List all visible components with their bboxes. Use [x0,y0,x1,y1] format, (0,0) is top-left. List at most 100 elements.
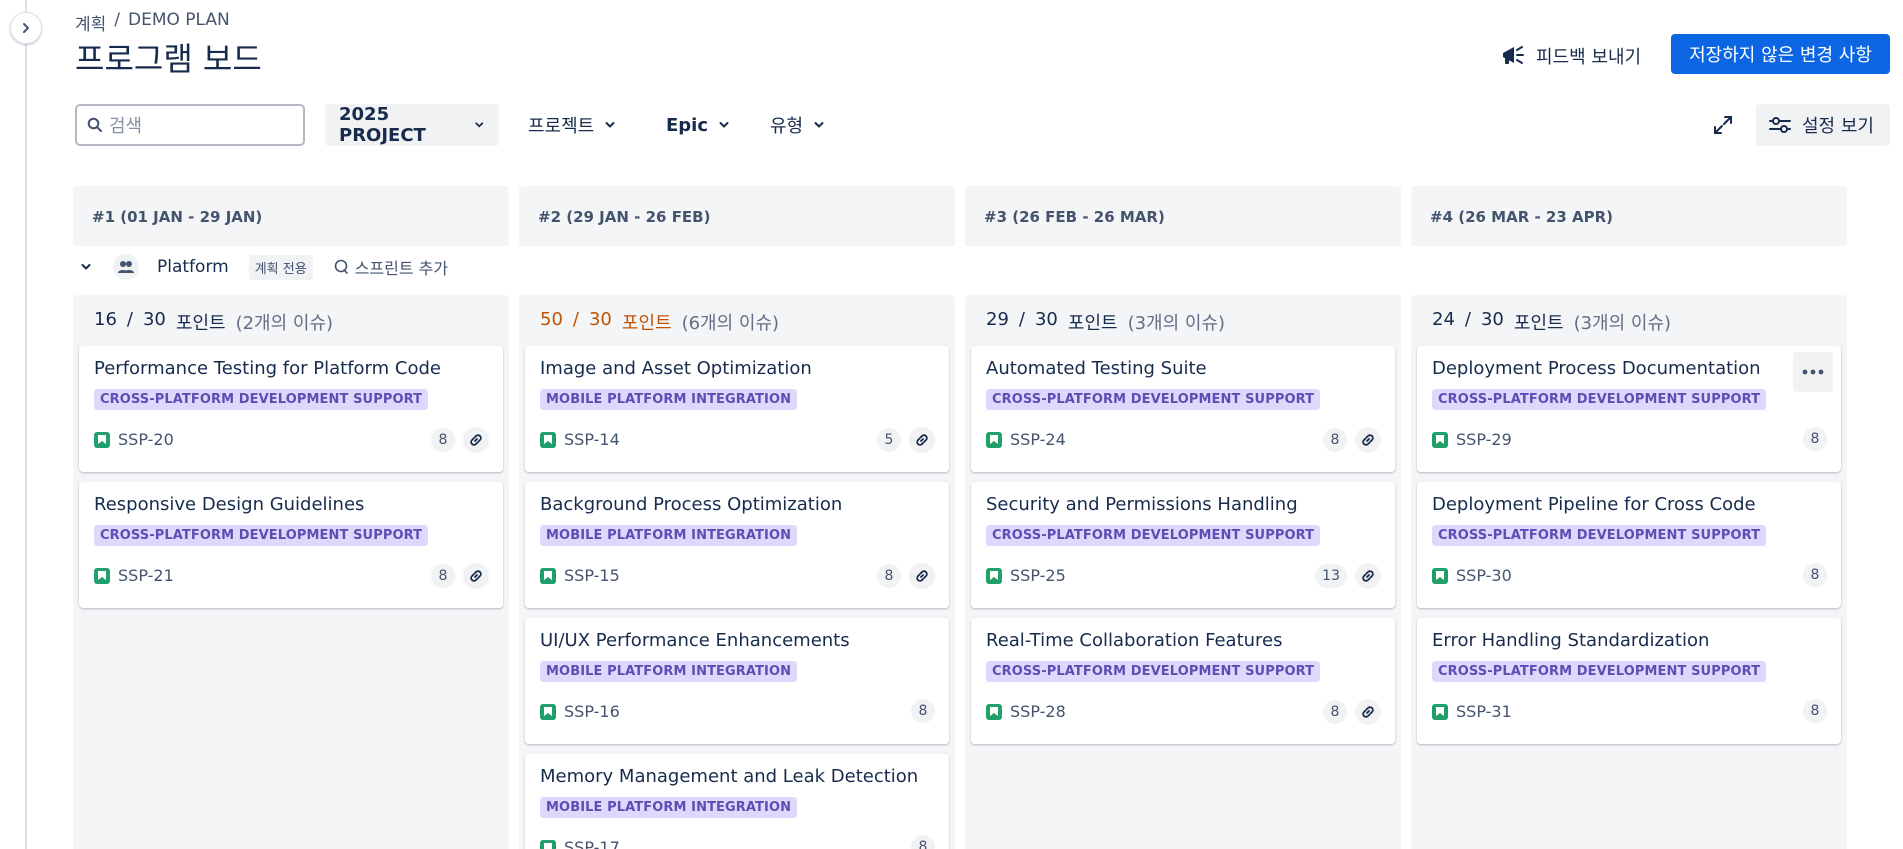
epic-lozenge: MOBILE PLATFORM INTEGRATION [540,797,798,818]
chevron-down-icon [814,122,824,128]
story-icon [986,431,1002,448]
search-input[interactable]: 검색 [75,104,305,146]
sprint-column-1: 16 / 30 포인트 (2개의 이슈) Performance Testing for … [73,295,509,849]
expand-sidebar-button[interactable] [10,12,42,44]
megaphone-icon [1503,46,1524,64]
issue-title: Memory Management and Leak Detection [540,766,919,787]
epic-lozenge: CROSS-PLATFORM DEVELOPMENT SUPPORT [1432,661,1767,682]
add-sprint-label: 스프린트 추가 [354,259,449,278]
feedback-label: 피드백 보내기 [1536,47,1642,68]
sprint-column-3: 29 / 30 포인트 (3개의 이슈) Automated Testing Suite C… [965,295,1401,849]
filter-2025-project[interactable]: 2025 PROJECT [325,104,499,146]
issue-key[interactable]: SSP-21 [118,566,174,585]
issue-title: Image and Asset Optimization [540,358,812,379]
filter-project[interactable]: 프로젝트 [514,104,630,146]
view-settings-button[interactable]: 설정 보기 [1756,104,1890,146]
issue-key[interactable]: SSP-16 [564,702,620,721]
page-title: 프로그램 보드 [75,40,262,78]
issue-key-group: SSP-28 [986,702,1066,721]
issue-key[interactable]: SSP-28 [1010,702,1066,721]
breadcrumb-separator: / [114,10,121,30]
issue-card[interactable]: Security and Permissions Handling CROSS-P… [971,482,1395,608]
plan-only-badge: 계획 전용 [248,254,313,280]
filter-epic[interactable]: Epic [652,104,744,146]
capacity-used: 24 [1432,309,1455,330]
capacity-separator: / [1464,309,1471,330]
issue-card[interactable]: Responsive Design Guidelines CROSS-PLATFO… [79,482,503,608]
link-icon[interactable] [1355,427,1381,453]
link-icon[interactable] [1355,699,1381,725]
issue-key[interactable]: SSP-17 [564,838,620,849]
issue-key[interactable]: SSP-30 [1456,566,1512,585]
issue-title: Error Handling Standardization [1432,630,1710,651]
sliders-icon [1769,117,1791,133]
filter-type[interactable]: 유형 [756,104,839,146]
issue-key[interactable]: SSP-25 [1010,566,1066,585]
issue-count: (2개의 이슈) [235,313,334,334]
sprint-column-2: 50 / 30 포인트 (6개의 이슈) Image and Asset Optimiza… [519,295,955,849]
issue-card[interactable]: Background Process Optimization MOBILE PL… [525,482,949,608]
collapse-swimlane-button[interactable] [75,256,97,278]
link-icon[interactable] [463,563,489,589]
epic-lozenge: CROSS-PLATFORM DEVELOPMENT SUPPORT [986,661,1321,682]
breadcrumb-current[interactable]: DEMO PLAN [128,10,230,35]
issue-key-group: SSP-25 [986,566,1066,585]
capacity-unit: 포인트 [175,313,226,334]
story-points-badge: 8 [911,835,935,849]
filter-label: Epic [666,114,709,136]
issue-card[interactable]: Deployment Pipeline for Cross Code CROSS-… [1417,482,1841,608]
story-icon [94,567,110,584]
issue-meta: 8 [431,427,489,453]
issue-meta: 8 [1803,563,1827,587]
issue-card[interactable]: Image and Asset Optimization MOBILE PLATF… [525,346,949,472]
add-sprint-icon [334,259,348,274]
issue-meta: 8 [1323,427,1381,453]
issue-title: Security and Permissions Handling [986,494,1298,515]
issue-card[interactable]: Memory Management and Leak Detection MOBI… [525,754,949,849]
issue-meta: 8 [1803,699,1827,723]
issue-key-group: SSP-31 [1432,702,1512,721]
chevron-down-icon [475,122,484,128]
issue-meta: 8 [1323,699,1381,725]
more-actions-button[interactable] [1793,352,1833,392]
issue-key-group: SSP-24 [986,430,1066,449]
link-icon[interactable] [463,427,489,453]
issue-key[interactable]: SSP-31 [1456,702,1512,721]
story-icon [986,703,1002,720]
issue-key[interactable]: SSP-14 [564,430,620,449]
epic-lozenge: CROSS-PLATFORM DEVELOPMENT SUPPORT [1432,389,1767,410]
issue-key[interactable]: SSP-15 [564,566,620,585]
epic-lozenge: CROSS-PLATFORM DEVELOPMENT SUPPORT [986,525,1321,546]
issue-key[interactable]: SSP-20 [118,430,174,449]
sprint-header-3: #3 (26 FEB - 26 MAR) [965,186,1401,246]
issue-card[interactable]: Error Handling Standardization CROSS-PLAT… [1417,618,1841,744]
issue-card[interactable]: Deployment Process Documentation CROSS-PL… [1417,346,1841,472]
epic-lozenge: MOBILE PLATFORM INTEGRATION [540,661,798,682]
breadcrumb-root[interactable]: 계획 [75,10,106,35]
link-icon[interactable] [909,427,935,453]
team-icon [113,254,139,280]
issue-key[interactable]: SSP-24 [1010,430,1066,449]
issue-key[interactable]: SSP-29 [1456,430,1512,449]
add-sprint-button[interactable]: 스프린트 추가 [333,255,448,279]
capacity-unit: 포인트 [1067,313,1118,334]
link-icon[interactable] [1355,563,1381,589]
settings-label: 설정 보기 [1802,116,1874,137]
issue-key-group: SSP-17 [540,838,620,849]
epic-lozenge: CROSS-PLATFORM DEVELOPMENT SUPPORT [94,389,429,410]
issue-title: Deployment Pipeline for Cross Code [1432,494,1756,515]
issue-card[interactable]: UI/UX Performance Enhancements MOBILE PLA… [525,618,949,744]
link-icon[interactable] [909,563,935,589]
epic-lozenge: CROSS-PLATFORM DEVELOPMENT SUPPORT [986,389,1321,410]
issue-title: Real-Time Collaboration Features [986,630,1283,651]
story-icon [1432,431,1448,448]
unsaved-changes-button[interactable]: 저장하지 않은 변경 사항 [1671,34,1890,74]
fullscreen-icon[interactable] [1710,112,1736,138]
issue-card[interactable]: Performance Testing for Platform Code CRO… [79,346,503,472]
feedback-button[interactable]: 피드백 보내기 [1500,38,1641,74]
capacity-total: 30 [1034,309,1058,330]
issue-card[interactable]: Automated Testing Suite CROSS-PLATFORM DE… [971,346,1395,472]
issue-card[interactable]: Real-Time Collaboration Features CROSS-PL… [971,618,1395,744]
team-name[interactable]: Platform [157,257,229,277]
capacity-used: 50 [540,309,563,330]
